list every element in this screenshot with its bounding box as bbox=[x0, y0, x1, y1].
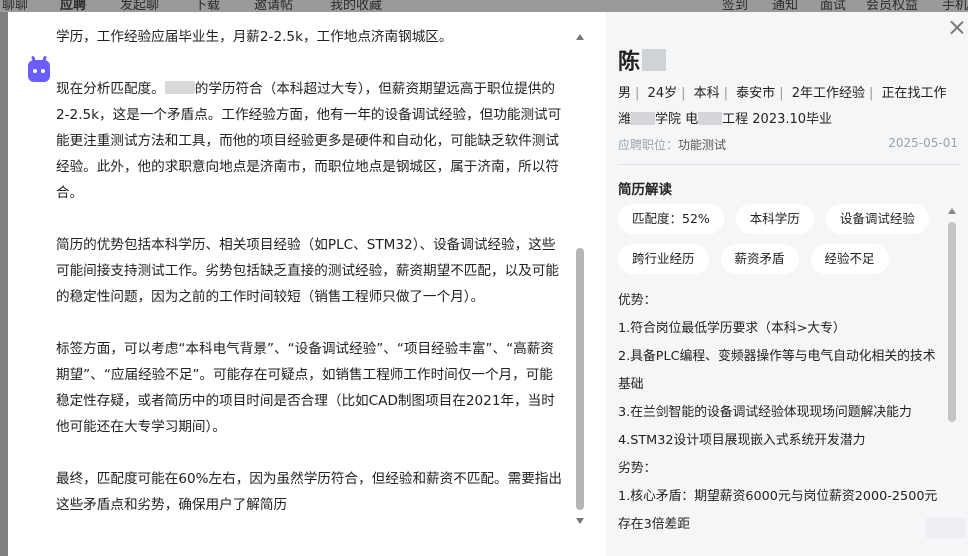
tag: 跨行业经历 bbox=[618, 244, 709, 274]
strength-item: 4.STM32设计项目展现嵌入式系统开发潜力 bbox=[618, 433, 866, 448]
close-icon[interactable] bbox=[950, 20, 964, 34]
chat-panel: 学历，工作经验应届毕业生，月薪2-2.5k，工作地点济南钢城区。 现在分析匹配度… bbox=[8, 12, 606, 556]
tag: 设备调试经验 bbox=[825, 204, 929, 234]
bg-nav-item: 手机 bbox=[942, 0, 968, 12]
scroll-down-arrow-icon[interactable] bbox=[576, 518, 584, 524]
apply-date: 2025-05-01 bbox=[888, 136, 958, 150]
bg-nav-item: 下载 bbox=[194, 0, 221, 12]
redacted-major bbox=[698, 112, 723, 125]
divider bbox=[618, 164, 960, 165]
section-title-resume-reading: 简历解读 bbox=[618, 182, 672, 198]
redacted-name bbox=[642, 49, 667, 71]
chat-message: 学历，工作经验应届毕业生，月薪2-2.5k，工作地点济南钢城区。 现在分析匹配度… bbox=[56, 24, 566, 544]
tag: 薪资矛盾 bbox=[720, 244, 799, 274]
resume-panel: 陈 男 | 24岁 | 本科 | 泰安市 | 2年工作经验 | 正在找工作 潍学院 电工程… bbox=[606, 12, 968, 556]
chat-paragraph: 简历的优势包括本科学历、相关项目经验（如PLC、STM32）、设备调试经验，这些… bbox=[56, 237, 559, 305]
weaknesses-title: 劣势： bbox=[618, 461, 657, 476]
strength-item: 3.在兰剑智能的设备调试经验体现现场问题解决能力 bbox=[618, 405, 912, 420]
tag: 经验不足 bbox=[810, 244, 889, 274]
weakness-item: 1.核心矛盾：期望薪资6000元与岗位薪资2000-2500元存在3倍差距 bbox=[618, 489, 938, 532]
bot-avatar-icon bbox=[28, 55, 50, 82]
resume-reading-content: 优势： 1.符合岗位最低学历要求（本科>大专） 2.具备PLC编程、变频器操作等… bbox=[618, 287, 946, 539]
chat-paragraph: 学历，工作经验应届毕业生，月薪2-2.5k，工作地点济南钢城区。 bbox=[56, 29, 453, 45]
bg-nav-item: 邀请帖 bbox=[254, 0, 294, 12]
bg-nav-item: 应聘 bbox=[60, 0, 87, 12]
strengths-title: 优势： bbox=[618, 293, 657, 308]
bg-nav-item: 签到 bbox=[722, 0, 749, 12]
chat-paragraph: 现在分析匹配度。 的学历符合（本科超过大专），但薪资期望远高于职位提供的2-2.5… bbox=[56, 81, 562, 201]
redacted-school bbox=[631, 112, 656, 125]
bg-nav-item: 会员权益 bbox=[866, 0, 919, 12]
tag-match-score: 匹配度：52% bbox=[618, 204, 724, 234]
corner-watermark bbox=[926, 518, 966, 538]
background-left-strip bbox=[0, 12, 8, 556]
chat-paragraph: 最终，匹配度可能在60%左右，因为虽然学历符合，但经验和薪资不匹配。需要指出这些… bbox=[56, 471, 562, 513]
strength-item: 1.符合岗位最低学历要求（本科>大专） bbox=[618, 321, 846, 336]
bg-nav-item: 通知 bbox=[772, 0, 799, 12]
background-nav: 聊聊 应聘 发起聊 下载 邀请帖 我的收藏 签到 通知 面试 会员权益 手机 bbox=[0, 0, 968, 12]
strength-item: 2.具备PLC编程、变频器操作等与电气自动化相关的技术基础 bbox=[618, 349, 936, 392]
resume-scrollbar[interactable] bbox=[946, 208, 958, 528]
tag: 本科学历 bbox=[735, 204, 814, 234]
scroll-up-arrow-icon[interactable] bbox=[948, 208, 956, 214]
bg-nav-item: 聊聊 bbox=[2, 0, 29, 12]
redacted-name bbox=[164, 81, 195, 94]
bg-nav-item: 我的收藏 bbox=[330, 0, 383, 12]
bg-nav-item: 发起聊 bbox=[120, 0, 160, 12]
scroll-up-arrow-icon[interactable] bbox=[576, 34, 584, 40]
chat-scroll-thumb[interactable] bbox=[576, 248, 584, 510]
bg-nav-item: 面试 bbox=[820, 0, 847, 12]
resume-scroll-thumb[interactable] bbox=[948, 222, 956, 422]
applied-position: 应聘职位：功能测试 2025-05-01 bbox=[618, 136, 958, 152]
candidate-name: 陈 bbox=[618, 44, 667, 76]
candidate-education: 潍学院 电工程 2023.10毕业 bbox=[618, 112, 833, 127]
resume-analysis-modal: 学历，工作经验应届毕业生，月薪2-2.5k，工作地点济南钢城区。 现在分析匹配度… bbox=[8, 12, 968, 556]
chat-paragraph: 标签方面，可以考虑“本科电气背景”、“设备调试经验”、“项目经验丰富”、“高薪资… bbox=[56, 341, 555, 435]
candidate-info: 男 | 24岁 | 本科 | 泰安市 | 2年工作经验 | 正在找工作 bbox=[618, 86, 947, 101]
chat-scrollbar[interactable] bbox=[574, 34, 586, 524]
resume-tags: 匹配度：52% 本科学历 设备调试经验 跨行业经历 薪资矛盾 经验不足 bbox=[618, 204, 948, 274]
